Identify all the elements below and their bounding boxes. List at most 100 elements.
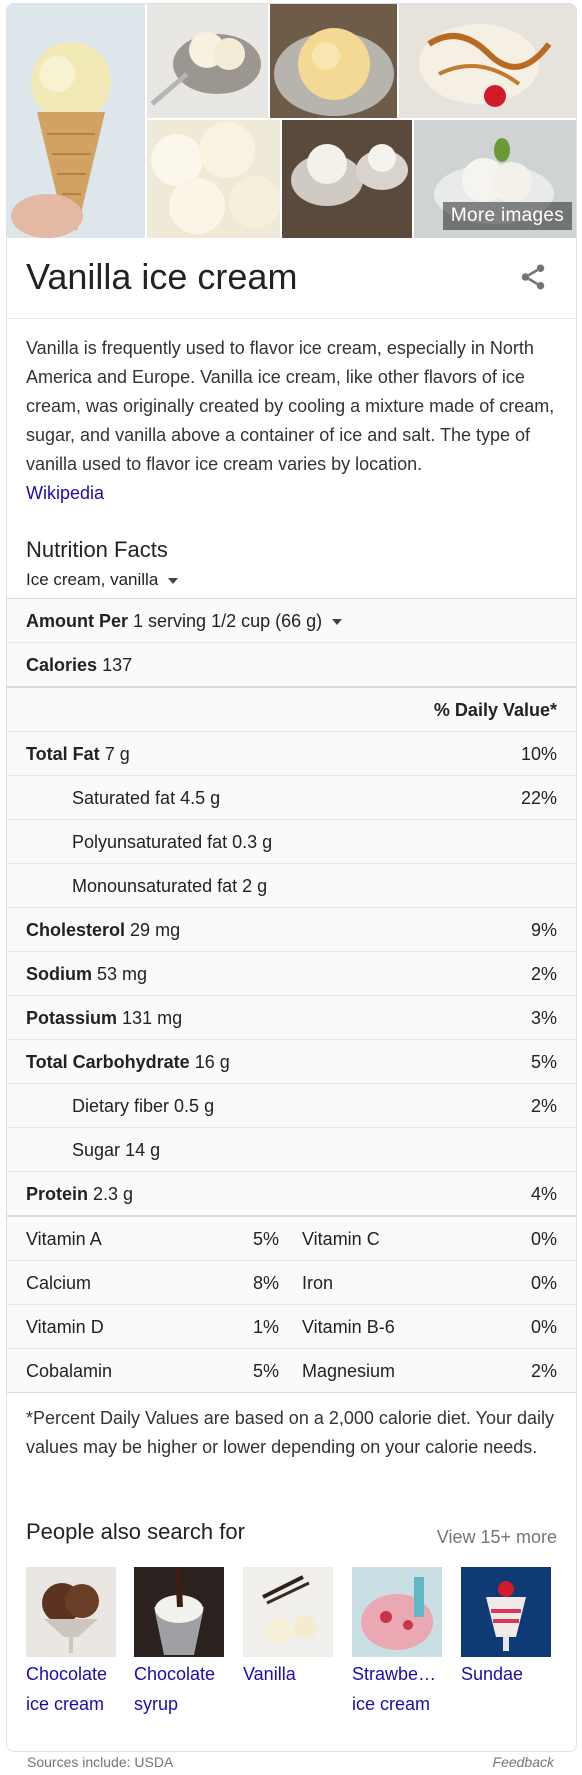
nutrient-label: Protein [26, 1184, 89, 1204]
related-item-strawberry-ice-cream[interactable]: Strawbe… ice cream [352, 1567, 442, 1717]
scooped-ice-cream-image[interactable] [270, 4, 397, 118]
related-item-chocolate-syrup[interactable]: Chocolate syrup [134, 1567, 224, 1717]
nutrient-label: Dietary fiber [72, 1096, 170, 1116]
vitamin-label: Vitamin A [26, 1229, 102, 1249]
description: Vanilla is frequently used to flavor ice… [26, 334, 558, 508]
nutrient-row: Sugar 14 g [7, 1128, 576, 1172]
calories-row: Calories 137 [7, 643, 576, 688]
nutrient-dv: 5% [530, 1052, 557, 1072]
serving-row[interactable]: Amount Per 1 serving 1/2 cup (66 g) [7, 599, 576, 643]
nutrient-dv: 2% [530, 964, 557, 984]
nutrient-label: Monounsaturated fat [72, 876, 238, 896]
ice-cream-bowls-image[interactable] [282, 120, 412, 238]
sources-text: Sources include: USDA [27, 1754, 174, 1770]
related-item-chocolate-ice-cream[interactable]: Chocolate ice cream [26, 1567, 116, 1717]
related-item-label: Chocolate [26, 1664, 108, 1684]
nutrient-amount: 16 g [194, 1052, 230, 1072]
nutrient-amount: 2.3 g [93, 1184, 134, 1204]
mint-ice-cream-image[interactable]: More images [414, 120, 576, 238]
related-item-label: Sundae [461, 1664, 524, 1684]
vitamin-row: Vitamin A 5% Vitamin C 0% [7, 1217, 576, 1261]
people-also-search-title: People also search for [26, 1519, 245, 1544]
nutrient-label: Saturated fat [72, 788, 176, 808]
nutrient-row: Monounsaturated fat 2 g [7, 864, 576, 908]
vitamin-value: 0% [530, 1229, 557, 1249]
vitamin-label: Magnesium [302, 1361, 396, 1381]
nutrient-label: Polyunsaturated fat [72, 832, 228, 852]
vitamin-value: 0% [530, 1273, 557, 1293]
bowl-ice-cream-image[interactable] [147, 4, 268, 118]
vitamin-value: 5% [253, 1229, 280, 1249]
description-text: Vanilla is frequently used to flavor ice… [26, 338, 555, 474]
nutrient-amount: 29 mg [130, 920, 181, 940]
nutrient-dv: 22% [520, 788, 557, 808]
chocolate-ice-cream-image[interactable] [26, 1567, 116, 1657]
sundae-image[interactable] [461, 1567, 551, 1657]
nutrient-dv: 4% [530, 1184, 557, 1204]
related-item-sundae[interactable]: Sundae [461, 1567, 551, 1691]
nutrient-row: Sodium 53 mg 2% [7, 952, 576, 996]
related-item-label: syrup [134, 1694, 179, 1714]
nutrient-row: Polyunsaturated fat 0.3 g [7, 820, 576, 864]
caret-down-icon [168, 577, 179, 584]
wikipedia-link[interactable]: Wikipedia [26, 483, 104, 503]
related-item-label: Strawbe… [352, 1664, 437, 1684]
nutrient-label: Cholesterol [26, 920, 126, 940]
caret-down-icon [332, 619, 343, 626]
vitamin-label: Vitamin D [26, 1317, 104, 1337]
daily-value-footnote: *Percent Daily Values are based on a 2,0… [26, 1408, 555, 1457]
nutrient-label: Sodium [26, 964, 92, 984]
vitamin-label: Vitamin B-6 [302, 1317, 395, 1337]
vitamin-row: Calcium 8% Iron 0% [7, 1261, 576, 1305]
related-item-label: ice cream [352, 1694, 431, 1714]
food-selector-label: Ice cream, vanilla [26, 570, 159, 589]
caramel-sundae-image[interactable] [399, 4, 576, 118]
nutrient-dv: 2% [530, 1096, 557, 1116]
calories-value: 137 [102, 655, 133, 675]
share-icon[interactable] [518, 262, 548, 292]
nutrient-amount: 7 g [104, 744, 130, 764]
nutrient-amount: 2 g [242, 876, 268, 896]
knowledge-panel: More images Vanilla ice cream Vanilla is… [6, 3, 577, 1752]
nutrient-amount: 131 mg [122, 1008, 183, 1028]
ice-cream-cone-image[interactable] [7, 4, 145, 238]
nutrient-label: Sugar [72, 1140, 121, 1160]
ice-cream-scoops-image[interactable] [147, 120, 280, 238]
nutrient-label: Total Fat [26, 744, 100, 764]
nutrient-row: Dietary fiber 0.5 g 2% [7, 1084, 576, 1128]
nutrient-dv: 9% [530, 920, 557, 940]
view-more-link[interactable]: View 15+ more [437, 1527, 557, 1548]
vitamin-value: 2% [530, 1361, 557, 1381]
amount-per-label: Amount Per [26, 611, 129, 631]
vitamin-row: Vitamin D 1% Vitamin B-6 0% [7, 1305, 576, 1349]
daily-value-header: % Daily Value* [433, 700, 557, 720]
related-item-label: ice cream [26, 1694, 105, 1714]
strawberry-ice-cream-image[interactable] [352, 1567, 442, 1657]
nutrient-row: Saturated fat 4.5 g 22% [7, 776, 576, 820]
chocolate-syrup-image[interactable] [134, 1567, 224, 1657]
vitamin-label: Cobalamin [26, 1361, 113, 1381]
daily-value-header-row: % Daily Value* [7, 688, 576, 732]
serving-selector[interactable]: 1 serving 1/2 cup (66 g) [133, 611, 322, 631]
related-item-label: Chocolate [134, 1664, 216, 1684]
nutrient-row: Potassium 131 mg 3% [7, 996, 576, 1040]
vitamin-row: Cobalamin 5% Magnesium 2% [7, 1349, 576, 1393]
title-row: Vanilla ice cream [7, 238, 576, 319]
vanilla-image[interactable] [243, 1567, 333, 1657]
nutrient-dv: 3% [530, 1008, 557, 1028]
related-item-vanilla[interactable]: Vanilla [243, 1567, 333, 1691]
nutrient-amount: 0.3 g [232, 832, 273, 852]
nutrient-row: Cholesterol 29 mg 9% [7, 908, 576, 952]
vitamin-value: 8% [253, 1273, 280, 1293]
nutrient-row: Protein 2.3 g 4% [7, 1172, 576, 1217]
page-title: Vanilla ice cream [26, 256, 298, 297]
nutrient-amount: 4.5 g [180, 788, 221, 808]
nutrient-amount: 0.5 g [174, 1096, 215, 1116]
food-selector[interactable]: Ice cream, vanilla [26, 570, 179, 590]
nutrient-amount: 14 g [125, 1140, 161, 1160]
more-images-button[interactable]: More images [442, 202, 572, 230]
vitamin-label: Calcium [26, 1273, 92, 1293]
image-mosaic[interactable]: More images [7, 4, 576, 238]
nutrient-row: Total Fat 7 g 10% [7, 732, 576, 776]
feedback-link[interactable]: Feedback [493, 1754, 554, 1770]
